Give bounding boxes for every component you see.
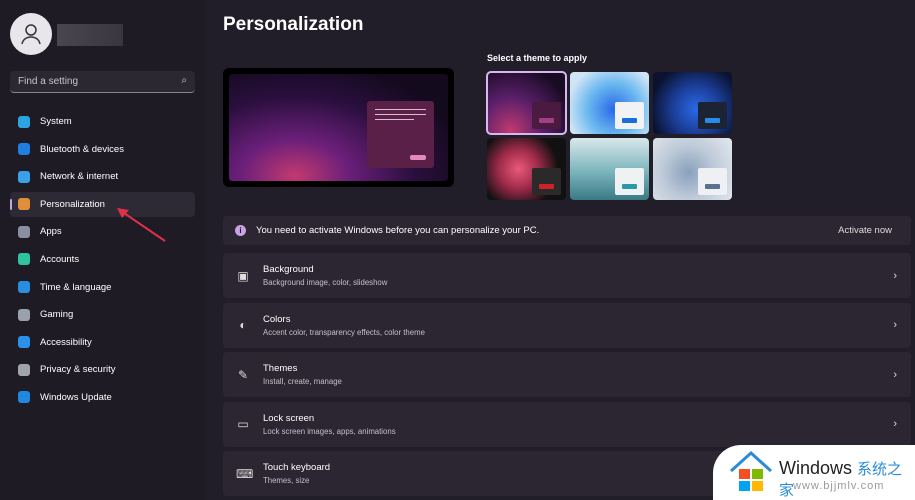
card-subtitle: Accent color, transparency effects, colo… <box>263 327 425 337</box>
theme-grid <box>486 71 732 200</box>
sidebar-item-gaming[interactable]: Gaming <box>10 302 195 327</box>
theme-tile[interactable] <box>570 138 649 200</box>
card-title: Touch keyboard <box>263 462 331 474</box>
brush-icon: ✎ <box>237 367 249 382</box>
settings-card-lock-screen[interactable]: ▭ Lock screen Lock screen images, apps, an… <box>223 401 911 447</box>
chevron-right-icon: › <box>893 319 897 332</box>
settings-card-colors[interactable]: ◐ Colors Accent color, transparency effect… <box>223 302 911 348</box>
sidebar-item-label: System <box>40 116 72 127</box>
sidebar-item-label: Accessibility <box>40 336 92 348</box>
sidebar-item-accounts[interactable]: Accounts <box>10 247 195 272</box>
sidebar-item-label: Privacy & security <box>40 364 116 376</box>
sidebar-item-label: Gaming <box>40 309 74 321</box>
watermark-logo: Windows 系统之家 www.bjjmlv.com <box>713 445 915 500</box>
nav-icon <box>18 143 30 156</box>
sidebar-item-label: Bluetooth & devices <box>40 143 124 155</box>
theme-tile[interactable] <box>487 138 566 200</box>
info-icon: i <box>235 225 246 236</box>
keyboard-icon: ⌨ <box>236 466 254 481</box>
card-subtitle: Background image, color, slideshow <box>263 278 388 287</box>
watermark-url: www.bjjmlv.com <box>793 480 885 492</box>
activate-now-link[interactable]: Activate now <box>838 225 892 236</box>
theme-tile[interactable] <box>653 138 732 200</box>
card-title: Colors <box>263 313 291 325</box>
sidebar-item-label: Network & internet <box>40 171 119 183</box>
activation-banner: i You need to activate Windows before yo… <box>223 216 911 245</box>
sidebar-item-label: Time & language <box>40 281 112 293</box>
sidebar-item-label: Personalization <box>40 198 105 210</box>
nav-list: System Bluetooth & devices Network & inter… <box>10 109 195 413</box>
chevron-right-icon: › <box>893 269 897 282</box>
user-avatar[interactable] <box>10 13 52 55</box>
image-icon: ▣ <box>237 268 249 283</box>
sidebar-item-privacy-security[interactable]: Privacy & security <box>10 357 195 382</box>
sidebar-item-windows-update[interactable]: Windows Update <box>10 385 195 410</box>
theme-preview <box>223 68 454 187</box>
theme-tile[interactable] <box>653 72 732 134</box>
palette-icon: ◐ <box>239 318 247 333</box>
nav-icon <box>18 281 30 294</box>
sidebar-item-time-language[interactable]: Time & language <box>10 275 195 300</box>
nav-icon <box>18 115 30 128</box>
watermark-brand: Windows <box>779 458 853 478</box>
chevron-right-icon: › <box>893 368 897 381</box>
settings-card-background[interactable]: ▣ Background Background image, color, slid… <box>223 253 911 298</box>
nav-icon <box>18 363 30 376</box>
banner-text: You need to activate Windows before you … <box>256 225 540 236</box>
nav-icon <box>18 198 30 211</box>
search-icon: ⌕ <box>181 75 187 86</box>
chevron-right-icon: › <box>893 418 897 431</box>
card-subtitle: Themes, size <box>263 476 310 486</box>
settings-card-themes[interactable]: ✎ Themes Install, create, manage › <box>223 352 911 398</box>
person-icon <box>21 24 41 45</box>
nav-icon <box>18 225 30 238</box>
nav-icon <box>18 391 30 404</box>
card-title: Themes <box>263 363 298 375</box>
card-title: Background <box>263 264 314 275</box>
nav-icon <box>18 336 30 349</box>
themes-label: Select a theme to apply <box>487 53 588 63</box>
theme-tile[interactable] <box>486 71 567 135</box>
card-subtitle: Install, create, manage <box>263 377 342 387</box>
page-title: Personalization <box>223 14 364 35</box>
card-subtitle: Lock screen images, apps, animations <box>263 426 396 436</box>
sidebar-item-label: Apps <box>40 226 62 238</box>
sidebar-item-accessibility[interactable]: Accessibility <box>10 330 195 355</box>
annotation-arrow <box>117 208 166 242</box>
sidebar-item-system[interactable]: System <box>10 109 195 134</box>
windows-house-logo-icon <box>729 450 773 491</box>
nav-icon <box>18 170 30 183</box>
sidebar-item-label: Accounts <box>40 253 80 265</box>
search-input[interactable]: Find a setting ⌕ <box>10 71 195 93</box>
lock-screen-icon: ▭ <box>237 417 249 432</box>
nav-icon <box>18 308 30 321</box>
nav-icon <box>18 253 30 266</box>
card-title: Lock screen <box>263 412 315 424</box>
sidebar-item-bluetooth-devices[interactable]: Bluetooth & devices <box>10 137 195 162</box>
sidebar: Find a setting ⌕ System Bluetooth & devic… <box>0 0 205 500</box>
sidebar-item-label: Windows Update <box>40 391 112 403</box>
search-placeholder: Find a setting <box>18 76 79 87</box>
theme-tile[interactable] <box>570 72 649 134</box>
sidebar-item-network-internet[interactable]: Network & internet <box>10 164 195 189</box>
user-name-blurred <box>57 24 123 46</box>
